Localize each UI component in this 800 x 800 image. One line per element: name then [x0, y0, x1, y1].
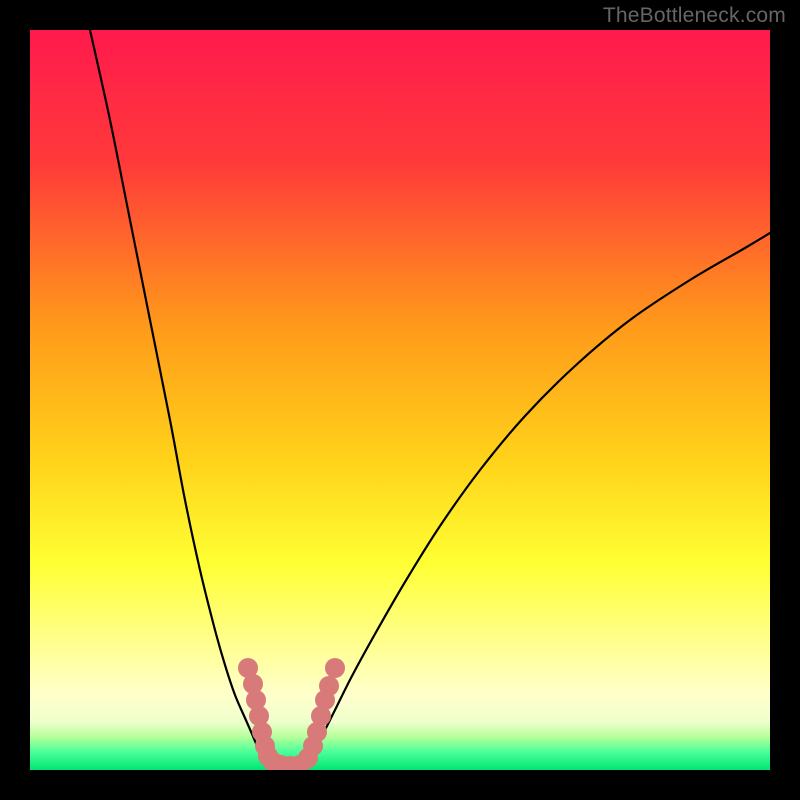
data-marker: [319, 676, 339, 696]
chart-frame: TheBottleneck.com: [0, 0, 800, 800]
bottleneck-chart: [0, 0, 800, 800]
data-marker: [325, 658, 345, 678]
plot-background: [30, 30, 770, 770]
watermark-text: TheBottleneck.com: [603, 4, 786, 28]
